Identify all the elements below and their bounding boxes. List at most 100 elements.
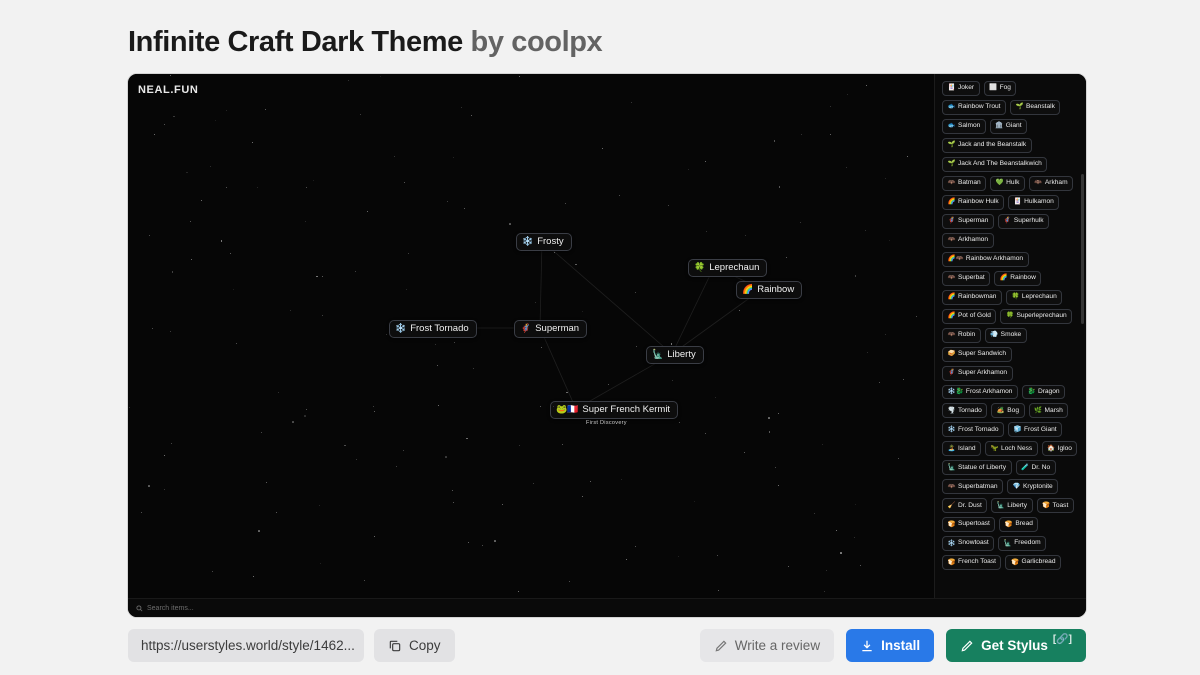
search-items-bar[interactable]: Search items...: [128, 598, 1086, 617]
star: [631, 102, 632, 103]
sidebar-item[interactable]: 🧪Dr. No: [1016, 460, 1056, 475]
star: [718, 590, 719, 591]
sidebar-item[interactable]: 🦇Arkham: [1029, 176, 1073, 191]
star: [253, 576, 254, 577]
star: [406, 289, 407, 290]
sidebar-item[interactable]: 🍞Toast: [1037, 498, 1074, 513]
canvas-node[interactable]: 🌈Rainbow: [736, 281, 802, 299]
sidebar-item[interactable]: ❄️Frost Tornado: [942, 422, 1004, 437]
sidebar-item[interactable]: ⬜Fog: [984, 81, 1017, 96]
star: [715, 397, 716, 398]
sidebar-item[interactable]: 🌱Beanstalk: [1010, 100, 1060, 115]
item-emoji-icon: 🍞: [948, 560, 956, 566]
sidebar-item[interactable]: 🃏Hulkamon: [1008, 195, 1059, 210]
sidebar-item[interactable]: 🌈Rainbowman: [942, 290, 1002, 305]
sidebar-item[interactable]: ❄️🐉Frost Arkhamon: [942, 385, 1018, 400]
sidebar-item[interactable]: 🦸Superman: [942, 214, 994, 229]
sidebar-item[interactable]: ❄️Snowtoast: [942, 536, 994, 551]
star: [258, 530, 260, 532]
sidebar-item[interactable]: 🏝️Island: [942, 441, 981, 456]
search-input[interactable]: Search items...: [147, 605, 194, 612]
sidebar-item[interactable]: 🦸Superhulk: [998, 214, 1049, 229]
sidebar-item[interactable]: 🏠Igloo: [1042, 441, 1078, 456]
sidebar-item[interactable]: 🦇Superbatman: [942, 479, 1003, 494]
sidebar-item[interactable]: 💚Hulk: [990, 176, 1025, 191]
sidebar-item[interactable]: 🦇Arkhamon: [942, 233, 994, 248]
sidebar-item[interactable]: 🌱Jack and the Beanstalk: [942, 138, 1032, 153]
sidebar-item[interactable]: 💎Kryptonite: [1007, 479, 1058, 494]
item-label: Jack And The Beanstalkwich: [958, 161, 1042, 168]
sidebar-item[interactable]: 🥪Super Sandwich: [942, 347, 1012, 362]
sidebar-item[interactable]: 🌈🦇Rainbow Arkhamon: [942, 252, 1029, 267]
sidebar-item[interactable]: 🍞Supertoast: [942, 517, 995, 532]
star: [619, 195, 620, 196]
star: [775, 467, 776, 468]
star: [201, 200, 202, 201]
sidebar-scrollbar[interactable]: [1081, 174, 1084, 324]
sidebar-item[interactable]: 💨Smoke: [985, 328, 1027, 343]
sidebar-item[interactable]: 🌈Pot of Gold: [942, 309, 996, 324]
sidebar-item[interactable]: 🍀Superleprechaun: [1000, 309, 1072, 324]
connection-line: [672, 289, 762, 354]
sidebar-item[interactable]: 🧊Frost Giant: [1008, 422, 1062, 437]
canvas-node[interactable]: 🦸Superman: [514, 320, 587, 338]
sidebar-item[interactable]: 🍞Bread: [999, 517, 1038, 532]
star: [306, 409, 307, 410]
install-button[interactable]: Install: [846, 629, 934, 662]
sidebar-item[interactable]: 🦇Robin: [942, 328, 981, 343]
star: [535, 302, 536, 303]
sidebar-item[interactable]: 🍞French Toast: [942, 555, 1001, 570]
star: [898, 458, 899, 459]
item-emoji-icon: 🦸: [1003, 218, 1011, 224]
item-label: Island: [958, 446, 976, 453]
star: [319, 505, 320, 506]
star: [172, 271, 174, 273]
sidebar-item[interactable]: 🌱Jack And The Beanstalkwich: [942, 157, 1047, 172]
neal-fun-logo[interactable]: NEAL.FUN: [138, 84, 198, 96]
canvas-node[interactable]: 🗽Liberty: [646, 346, 704, 364]
sidebar-item[interactable]: 🏛️Giant: [990, 119, 1027, 134]
sidebar-item[interactable]: 🌈Rainbow: [994, 271, 1041, 286]
sidebar-item[interactable]: 🍀Leprechaun: [1006, 290, 1062, 305]
star: [826, 570, 827, 571]
item-emoji-icon: 🏕️: [997, 408, 1005, 414]
star: [360, 114, 361, 115]
sidebar-item[interactable]: 🗽Freedom: [998, 536, 1046, 551]
canvas-node[interactable]: 🐸🇫🇷Super French Kermit: [550, 401, 678, 419]
item-label: Pot of Gold: [958, 313, 991, 320]
sidebar-item[interactable]: 🦖Loch Ness: [985, 441, 1038, 456]
items-sidebar[interactable]: 🃏Joker ⬜Fog 🐟Rainbow Trout 🌱Beanstalk 🐟Salmo…: [934, 74, 1086, 617]
star: [916, 316, 917, 317]
sidebar-item[interactable]: 🦇Batman: [942, 176, 986, 191]
star: [626, 559, 627, 560]
canvas-node[interactable]: ❄️Frosty: [516, 233, 572, 251]
sidebar-item[interactable]: 🗽Liberty: [991, 498, 1032, 513]
sidebar-item[interactable]: 🌪️Tornado: [942, 403, 987, 418]
sidebar-item[interactable]: 🐉Dragon: [1022, 385, 1065, 400]
style-url-field[interactable]: https://userstyles.world/style/1462...: [128, 629, 364, 662]
sidebar-item[interactable]: 🦸Super Arkhamon: [942, 366, 1013, 381]
item-emoji-icon: 🏝️: [948, 446, 956, 452]
sidebar-item[interactable]: 🗽Statue of Liberty: [942, 460, 1012, 475]
item-emoji-icon: ❄️: [948, 427, 956, 433]
sidebar-item[interactable]: 🍞Garlicbread: [1005, 555, 1061, 570]
sidebar-item[interactable]: 🐟Rainbow Trout: [942, 100, 1006, 115]
item-label: Super Sandwich: [958, 351, 1006, 358]
item-emoji-icon: ⬜: [989, 85, 997, 91]
get-stylus-button[interactable]: Get Stylus [🔗]: [946, 629, 1086, 662]
sidebar-item[interactable]: 🌈Rainbow Hulk: [942, 195, 1004, 210]
star: [367, 211, 368, 212]
sidebar-item[interactable]: 🃏Joker: [942, 81, 980, 96]
item-label: Liberty: [1007, 503, 1027, 510]
sidebar-item[interactable]: 🌿Marsh: [1029, 403, 1069, 418]
copy-button[interactable]: Copy: [374, 629, 455, 662]
node-emoji-icon: 🗽: [652, 350, 663, 359]
sidebar-item[interactable]: 🦇Superbat: [942, 271, 990, 286]
write-review-label: Write a review: [735, 638, 820, 653]
sidebar-item[interactable]: 🐟Salmon: [942, 119, 986, 134]
sidebar-item[interactable]: 🏕️Bog: [991, 403, 1024, 418]
canvas-node[interactable]: 🍀Leprechaun: [688, 259, 767, 277]
canvas-node[interactable]: ❄️Frost Tornado: [389, 320, 477, 338]
write-review-button[interactable]: Write a review: [700, 629, 834, 662]
sidebar-item[interactable]: 🧹Dr. Dust: [942, 498, 987, 513]
